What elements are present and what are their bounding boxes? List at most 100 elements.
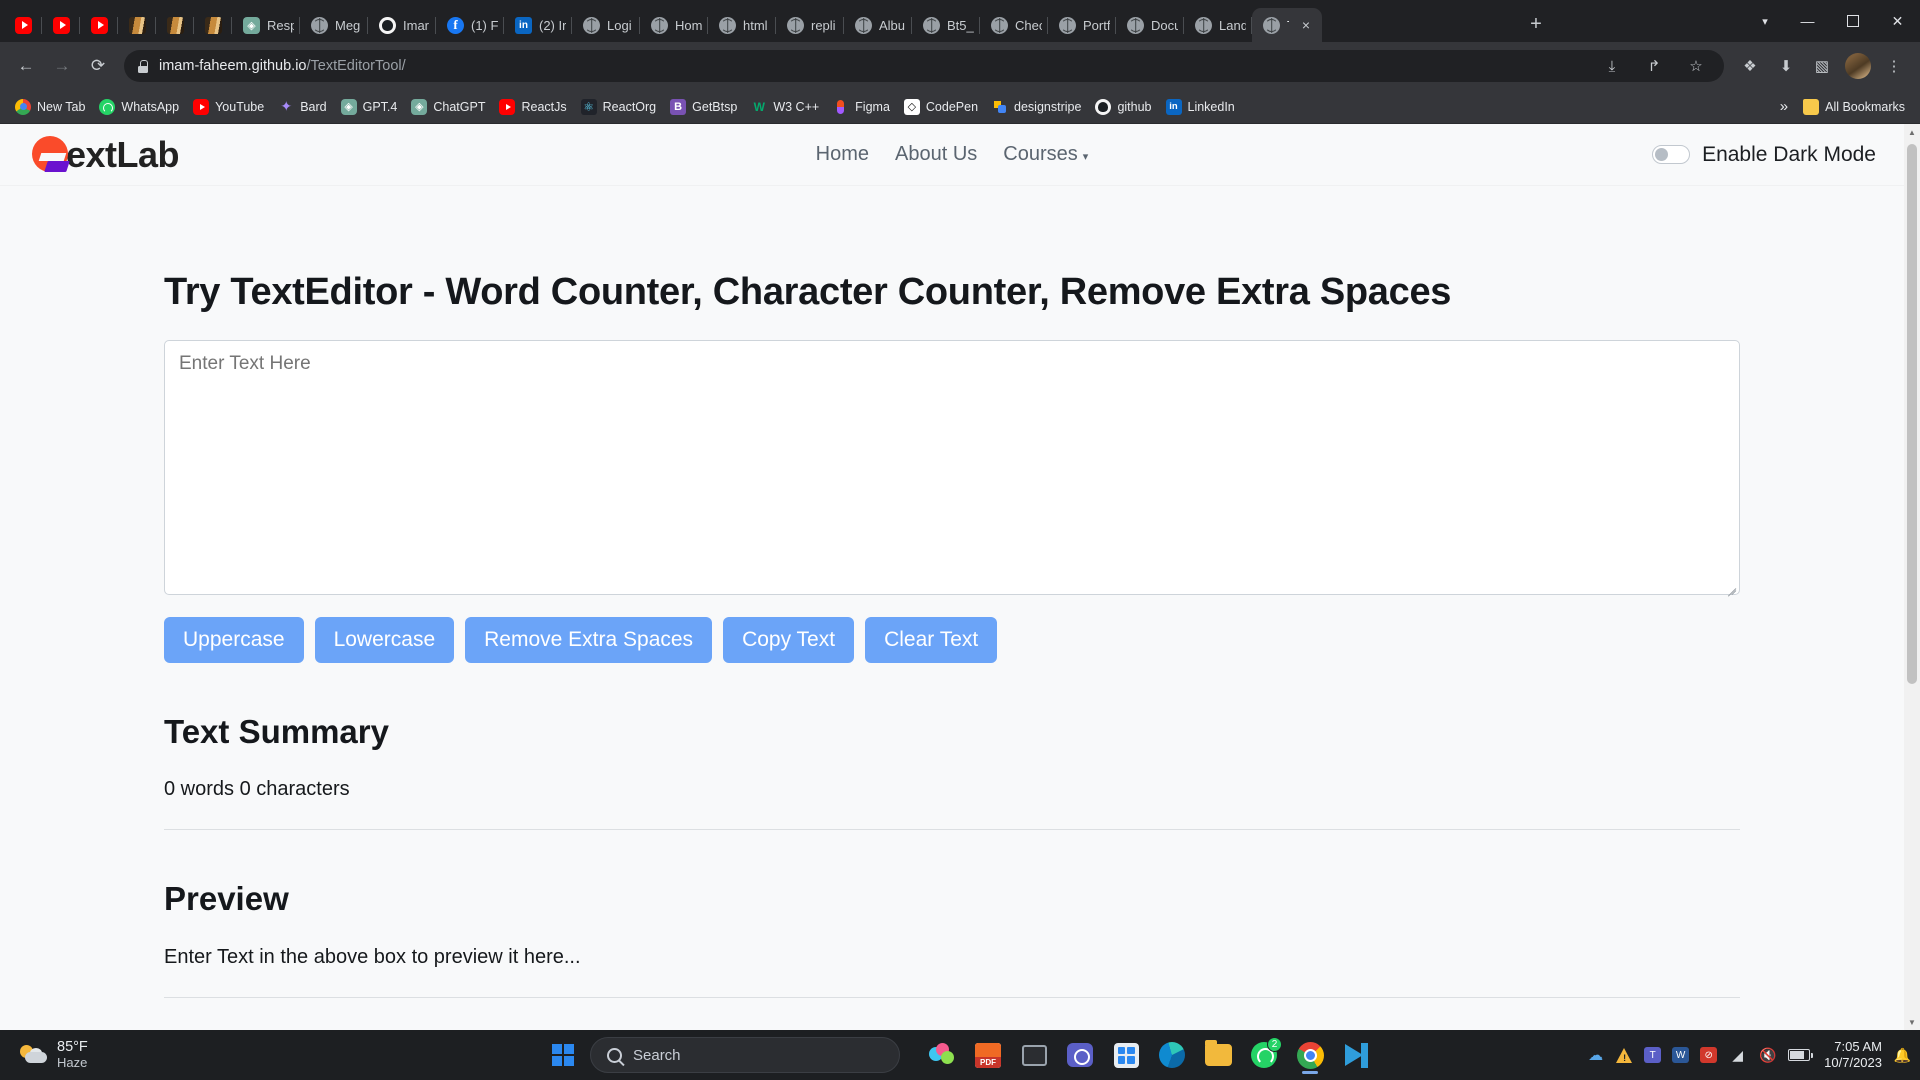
- clear-text-button[interactable]: Clear Text: [865, 617, 998, 664]
- browser-tab[interactable]: [194, 8, 232, 42]
- taskbar-app-edge[interactable]: [1152, 1035, 1192, 1075]
- browser-tab[interactable]: [4, 8, 42, 42]
- browser-tab[interactable]: Albu: [844, 8, 912, 42]
- bookmark-item[interactable]: ⚛ ReactOrg: [574, 95, 664, 119]
- tab-close-icon[interactable]: ×: [1296, 15, 1316, 35]
- profile-avatar[interactable]: [1845, 53, 1871, 79]
- remove-extra-spaces-button[interactable]: Remove Extra Spaces: [465, 617, 713, 664]
- maximize-button[interactable]: [1830, 0, 1875, 42]
- scroll-down-arrow-icon[interactable]: ▼: [1904, 1014, 1920, 1030]
- browser-tab[interactable]: ◈ Resp: [232, 8, 300, 42]
- no-entry-icon[interactable]: ⊘: [1700, 1047, 1718, 1063]
- teams-tray-icon[interactable]: T: [1644, 1047, 1662, 1063]
- install-app-icon[interactable]: ⤓: [1596, 50, 1628, 82]
- browser-tab[interactable]: Logi: [572, 8, 640, 42]
- minimize-button[interactable]: —: [1785, 0, 1830, 42]
- taskbar-app-pdf-reader[interactable]: PDF: [968, 1035, 1008, 1075]
- uppercase-button[interactable]: Uppercase: [164, 617, 304, 664]
- copy-text-button[interactable]: Copy Text: [723, 617, 855, 664]
- bookmarks-overflow-icon[interactable]: »: [1772, 98, 1796, 115]
- site-logo[interactable]: extLab: [28, 134, 180, 176]
- browser-tab[interactable]: [80, 8, 118, 42]
- bookmark-item[interactable]: designstripe: [985, 95, 1088, 119]
- browser-tab[interactable]: in (2) Ir: [504, 8, 572, 42]
- dark-mode-toggle-group[interactable]: Enable Dark Mode: [1652, 143, 1876, 167]
- tab-search-chevron-icon[interactable]: ▾: [1745, 0, 1785, 42]
- wifi-icon[interactable]: ◢: [1728, 1046, 1747, 1065]
- browser-tab[interactable]: [156, 8, 194, 42]
- bookmark-item[interactable]: ◇ CodePen: [897, 95, 985, 119]
- browser-tab[interactable]: Land: [1184, 8, 1252, 42]
- browser-tab[interactable]: [42, 8, 80, 42]
- bookmark-item[interactable]: Bard: [271, 95, 333, 119]
- share-icon[interactable]: ↱: [1638, 50, 1670, 82]
- bookmark-item[interactable]: ◈ GPT.4: [334, 95, 405, 119]
- browser-tab[interactable]: Meg: [300, 8, 368, 42]
- notifications-bell-icon[interactable]: 🔔: [1893, 1046, 1912, 1065]
- new-tab-button[interactable]: +: [1521, 9, 1551, 39]
- browser-tab[interactable]: Portf: [1048, 8, 1116, 42]
- browser-tab[interactable]: f (1) F: [436, 8, 504, 42]
- side-panel-icon[interactable]: ▧: [1806, 50, 1838, 82]
- browser-tab[interactable]: html: [708, 8, 776, 42]
- browser-tab[interactable]: Chec: [980, 8, 1048, 42]
- chrome-menu-icon[interactable]: ⋮: [1878, 50, 1910, 82]
- battery-icon[interactable]: [1788, 1049, 1814, 1061]
- globe-icon: [1059, 16, 1076, 34]
- scroll-up-arrow-icon[interactable]: ▲: [1904, 124, 1920, 140]
- browser-tab[interactable]: repli: [776, 8, 844, 42]
- nav-item-home[interactable]: Home: [816, 143, 869, 166]
- onedrive-icon[interactable]: ☁: [1586, 1046, 1605, 1065]
- start-button[interactable]: [544, 1036, 582, 1074]
- nav-item-courses[interactable]: Courses ▾: [1003, 143, 1088, 166]
- browser-tab[interactable]: Bt5_: [912, 8, 980, 42]
- bookmark-item[interactable]: YouTube: [186, 95, 271, 119]
- close-window-button[interactable]: ✕: [1875, 0, 1920, 42]
- extensions-icon[interactable]: ❖: [1734, 50, 1766, 82]
- taskbar-app-file-explorer[interactable]: [1198, 1035, 1238, 1075]
- taskbar-search-box[interactable]: Search: [590, 1037, 900, 1073]
- all-bookmarks-button[interactable]: All Bookmarks: [1796, 95, 1912, 119]
- reload-button[interactable]: ⟳: [82, 50, 114, 82]
- taskbar-app-whatsapp[interactable]: 2: [1244, 1035, 1284, 1075]
- chatgpt-icon: ◈: [340, 98, 357, 115]
- browser-tab[interactable]: Imar: [368, 8, 436, 42]
- bookmark-item[interactable]: WhatsApp: [92, 95, 186, 119]
- nav-item-about-us[interactable]: About Us: [895, 143, 977, 166]
- taskbar-app-task-view[interactable]: [1014, 1035, 1054, 1075]
- tab-label: Logi: [607, 17, 632, 33]
- taskbar-clock[interactable]: 7:05 AM 10/7/2023: [1821, 1039, 1882, 1072]
- word-tray-icon[interactable]: W: [1672, 1047, 1690, 1063]
- warning-icon[interactable]: [1616, 1047, 1633, 1063]
- bookmark-item[interactable]: ◈ ChatGPT: [404, 95, 492, 119]
- system-tray: ☁ T W ⊘ ◢ 🔇 7:05 AM 10/7/2023 🔔: [1586, 1039, 1912, 1072]
- back-button[interactable]: ←: [10, 50, 42, 82]
- address-bar[interactable]: imam-faheem.github.io/TextEditorTool/ ⤓ …: [124, 50, 1724, 82]
- downloads-icon[interactable]: ⬇: [1770, 50, 1802, 82]
- bookmark-item[interactable]: Figma: [826, 95, 897, 119]
- taskbar-app-vs-code[interactable]: [1336, 1035, 1376, 1075]
- bookmark-star-icon[interactable]: ☆: [1680, 50, 1712, 82]
- bookmark-item[interactable]: ReactJs: [492, 95, 573, 119]
- taskbar-app-microsoft-store[interactable]: [1106, 1035, 1146, 1075]
- volume-mute-icon[interactable]: 🔇: [1758, 1046, 1777, 1065]
- dark-mode-switch[interactable]: [1652, 145, 1691, 164]
- text-input-area[interactable]: [164, 340, 1740, 595]
- browser-tab[interactable]: [118, 8, 156, 42]
- bookmark-item[interactable]: B GetBtsp: [663, 95, 744, 119]
- bookmark-item[interactable]: github: [1088, 95, 1158, 119]
- bookmark-item[interactable]: New Tab: [8, 95, 92, 119]
- taskbar-app-teams[interactable]: [1060, 1035, 1100, 1075]
- browser-tab[interactable]: Docu: [1116, 8, 1184, 42]
- weather-widget[interactable]: 85°F Haze: [8, 1039, 258, 1071]
- taskbar-app-paint-3d[interactable]: [922, 1035, 962, 1075]
- browser-tab[interactable]: Hom: [640, 8, 708, 42]
- browser-tab[interactable]: T×: [1252, 8, 1322, 42]
- bookmark-item[interactable]: W W3 C++: [744, 95, 826, 119]
- lowercase-button[interactable]: Lowercase: [314, 617, 455, 664]
- bookmark-item[interactable]: in LinkedIn: [1159, 95, 1242, 119]
- scrollbar-thumb[interactable]: [1907, 144, 1917, 684]
- page-scrollbar[interactable]: ▲ ▼: [1904, 124, 1920, 1030]
- taskbar-app-chrome[interactable]: [1290, 1035, 1330, 1075]
- forward-button[interactable]: →: [46, 50, 78, 82]
